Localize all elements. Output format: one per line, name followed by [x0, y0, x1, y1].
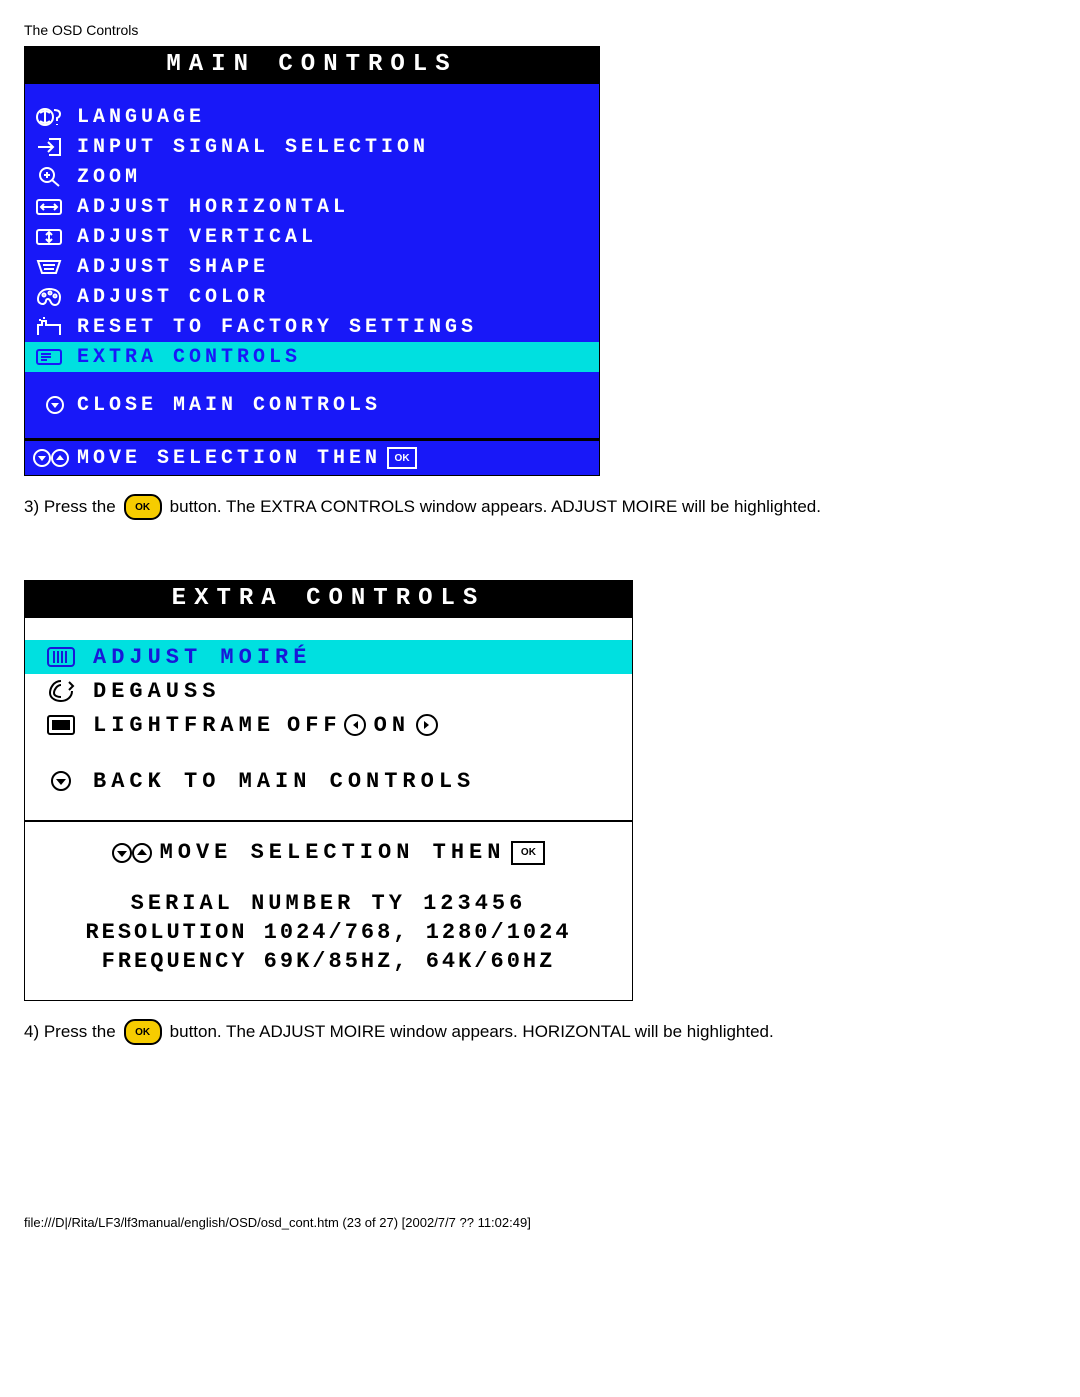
- menu-item-adjust-color[interactable]: ADJUST COLOR: [25, 282, 599, 312]
- magnifier-icon: [33, 165, 65, 189]
- frequency-info: FREQUENCY 69K/85HZ, 64K/60HZ: [41, 949, 616, 974]
- menu-item-label: INPUT SIGNAL SELECTION: [77, 136, 429, 159]
- step-4-text: 4) Press the OK button. The ADJUST MOIRE…: [24, 1019, 1056, 1045]
- lightframe-off: OFF: [287, 713, 342, 738]
- lightframe-on: ON: [374, 713, 410, 738]
- menu-item-label: ADJUST SHAPE: [77, 256, 269, 279]
- input-arrow-icon: [33, 135, 65, 159]
- menu-item-label: ADJUST MOIRÉ: [93, 645, 311, 670]
- up-down-arrows-icon: [112, 842, 152, 864]
- menu-item-adjust-moire[interactable]: ADJUST MOIRÉ: [25, 640, 632, 674]
- menu-item-adjust-shape[interactable]: ADJUST SHAPE: [25, 252, 599, 282]
- right-arrow-icon: [416, 714, 438, 736]
- palette-icon: [33, 285, 65, 309]
- extra-controls-title: EXTRA CONTROLS: [25, 581, 632, 618]
- menu-item-zoom[interactable]: ZOOM: [25, 162, 599, 192]
- ok-box-icon: OK: [387, 447, 417, 469]
- degauss-icon: [41, 679, 81, 703]
- menu-item-label: ADJUST HORIZONTAL: [77, 196, 349, 219]
- ok-box-icon: OK: [511, 841, 545, 865]
- footer-move-label: MOVE SELECTION THEN: [160, 840, 506, 865]
- menu-item-label: RESET TO FACTORY SETTINGS: [77, 316, 477, 339]
- menu-item-language[interactable]: LANGUAGE: [25, 102, 599, 132]
- extra-controls-osd: EXTRA CONTROLS ADJUST MOIRÉ DEGAUSS LIG: [24, 580, 633, 1001]
- footer-move-label: MOVE SELECTION THEN: [77, 447, 381, 470]
- menu-item-label: LANGUAGE: [77, 106, 205, 129]
- ok-button-icon: OK: [124, 494, 162, 520]
- up-down-arrows-icon: [33, 448, 69, 468]
- menu-item-degauss[interactable]: DEGAUSS: [25, 674, 632, 708]
- vert-adjust-icon: [33, 225, 65, 249]
- menu-item-adjust-vertical[interactable]: ADJUST VERTICAL: [25, 222, 599, 252]
- menu-item-label: ADJUST COLOR: [77, 286, 269, 309]
- moire-icon: [41, 645, 81, 669]
- ok-button-icon: OK: [124, 1019, 162, 1045]
- menu-item-adjust-horizontal[interactable]: ADJUST HORIZONTAL: [25, 192, 599, 222]
- lightframe-label: LIGHTFRAME: [93, 713, 275, 738]
- globe-question-icon: [33, 105, 65, 129]
- close-down-icon: [33, 393, 65, 417]
- extra-controls-footer-move: MOVE SELECTION THEN OK: [41, 840, 616, 865]
- back-down-icon: [41, 769, 81, 793]
- horiz-adjust-icon: [33, 195, 65, 219]
- left-arrow-icon: [344, 714, 366, 736]
- menu-item-extra-controls[interactable]: EXTRA CONTROLS: [25, 342, 599, 372]
- menu-item-lightframe[interactable]: LIGHTFRAME OFF ON: [25, 708, 632, 742]
- page-footer: file:///D|/Rita/LF3/lf3manual/english/OS…: [24, 1215, 1056, 1230]
- menu-item-reset-factory[interactable]: RESET TO FACTORY SETTINGS: [25, 312, 599, 342]
- menu-item-back[interactable]: BACK TO MAIN CONTROLS: [25, 764, 632, 798]
- factory-reset-icon: [33, 315, 65, 339]
- main-controls-title: MAIN CONTROLS: [25, 47, 599, 84]
- main-controls-osd: MAIN CONTROLS LANGUAGE INPUT SIGNAL SELE…: [24, 46, 600, 476]
- resolution-info: RESOLUTION 1024/768, 1280/1024: [41, 920, 616, 945]
- menu-item-label: ZOOM: [77, 166, 141, 189]
- page-header: The OSD Controls: [24, 22, 1056, 38]
- step-3-text: 3) Press the OK button. The EXTRA CONTRO…: [24, 494, 1056, 520]
- menu-item-label: EXTRA CONTROLS: [77, 346, 301, 369]
- menu-item-input-signal[interactable]: INPUT SIGNAL SELECTION: [25, 132, 599, 162]
- main-controls-footer: MOVE SELECTION THEN OK: [25, 441, 599, 475]
- extra-controls-icon: [33, 345, 65, 369]
- serial-number: SERIAL NUMBER TY 123456: [41, 891, 616, 916]
- menu-item-label: ADJUST VERTICAL: [77, 226, 317, 249]
- menu-item-label: CLOSE MAIN CONTROLS: [77, 394, 381, 417]
- menu-item-close[interactable]: CLOSE MAIN CONTROLS: [25, 390, 599, 420]
- lightframe-icon: [41, 713, 81, 737]
- shape-adjust-icon: [33, 255, 65, 279]
- menu-item-label: DEGAUSS: [93, 679, 220, 704]
- menu-item-label: BACK TO MAIN CONTROLS: [93, 769, 475, 794]
